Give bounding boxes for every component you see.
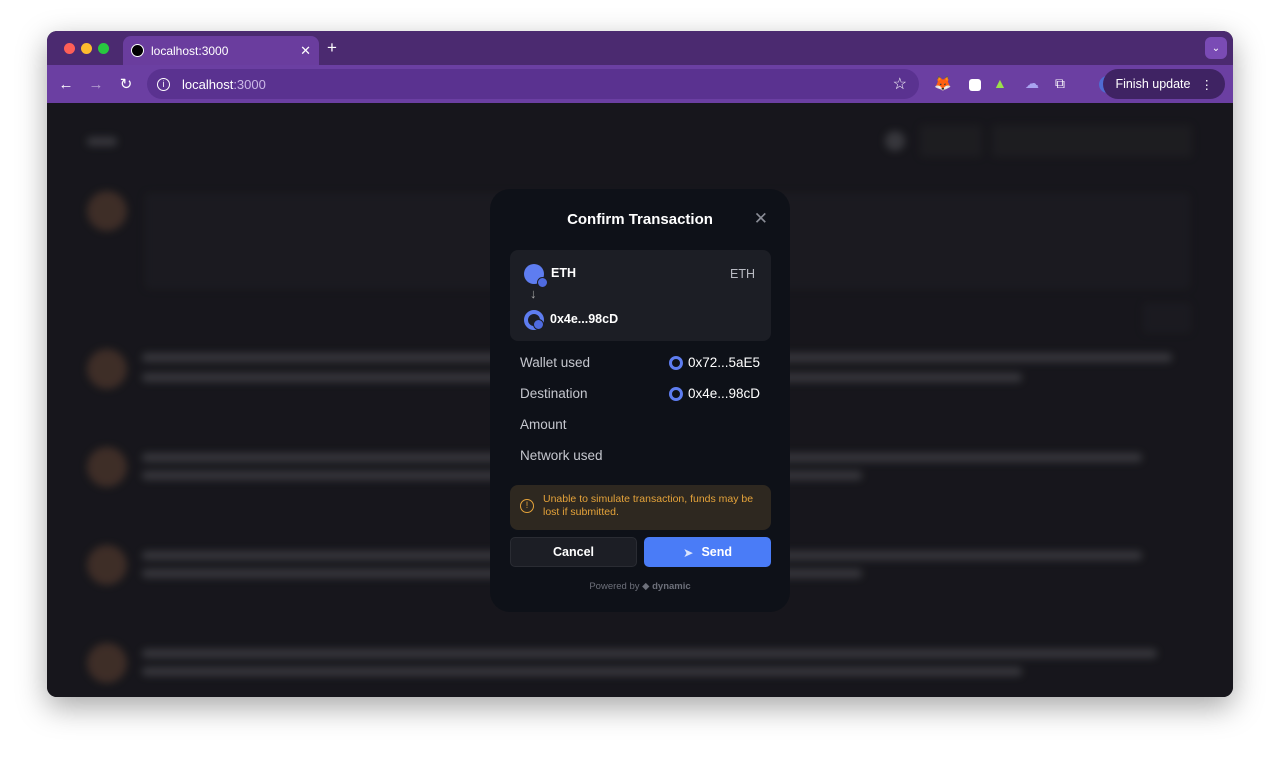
menu-kebab-icon[interactable]: ⋮ xyxy=(1201,77,1214,92)
url-host: localhost xyxy=(182,76,234,92)
close-tab-icon[interactable]: ✕ xyxy=(300,43,311,59)
tab-search-chevron-icon[interactable]: ⌄ xyxy=(1205,37,1227,59)
bookmark-star-icon[interactable]: ☆ xyxy=(893,74,907,94)
chart-extension-icon[interactable]: ▲ xyxy=(993,75,1007,91)
confirm-transaction-modal: Confirm Transaction ✕ ETH ETH ↓ 0x4e...9… xyxy=(490,189,790,612)
wallet-used-row: Wallet used 0x72...5aE5 xyxy=(520,355,760,370)
powered-by-label: Powered by xyxy=(589,581,640,592)
network-row: Network used xyxy=(520,448,760,463)
eth-token-icon xyxy=(524,264,548,288)
tab-bar: localhost:3000 ✕ + ⌄ xyxy=(47,31,1233,65)
address-bar[interactable]: i localhost:3000 ☆ xyxy=(147,69,919,99)
powered-by: Powered by ◆ dynamic xyxy=(490,581,790,592)
url-port: :3000 xyxy=(233,76,266,92)
ghost-extension-icon[interactable]: ☁ xyxy=(1025,75,1039,92)
wallet-icon xyxy=(668,386,683,401)
site-info-icon[interactable]: i xyxy=(157,77,170,91)
simulation-warning: ! Unable to simulate transaction, funds m… xyxy=(510,485,771,530)
destination-row: Destination 0x4e...98cD xyxy=(520,386,760,401)
metamask-extension-icon[interactable]: 🦊 xyxy=(934,75,951,92)
minimize-window-button[interactable] xyxy=(81,43,92,54)
row-value: 0x4e...98cD xyxy=(687,386,760,401)
arrow-down-icon: ↓ xyxy=(530,286,537,301)
warning-icon: ! xyxy=(520,499,534,513)
favicon-icon xyxy=(131,44,144,57)
wallet-icon xyxy=(524,310,544,330)
extension-icon[interactable] xyxy=(969,79,981,91)
browser-toolbar: ← → ↻ i localhost:3000 ☆ 🦊 ▲ ☁ ⧉ m Finis… xyxy=(47,65,1233,103)
back-icon[interactable]: ← xyxy=(51,76,81,93)
maximize-window-button[interactable] xyxy=(98,43,109,54)
tab-title: localhost:3000 xyxy=(151,43,229,58)
row-label: Destination xyxy=(520,386,588,401)
finish-update-label: Finish update xyxy=(1115,77,1191,91)
dynamic-logo-icon: ◆ xyxy=(642,581,650,592)
browser-tab[interactable]: localhost:3000 ✕ xyxy=(123,36,319,65)
wallet-icon xyxy=(668,355,683,370)
send-label: Send xyxy=(701,545,733,559)
row-value: 0x72...5aE5 xyxy=(687,355,760,370)
close-window-button[interactable] xyxy=(64,43,75,54)
from-token: ETH xyxy=(551,266,576,280)
token-symbol: ETH xyxy=(730,267,755,281)
cancel-label: Cancel xyxy=(553,545,594,559)
page-content: Confirm Transaction ✕ ETH ETH ↓ 0x4e...9… xyxy=(47,103,1233,697)
forward-icon[interactable]: → xyxy=(81,76,111,93)
row-label: Network used xyxy=(520,448,603,463)
extensions-puzzle-icon[interactable]: ⧉ xyxy=(1055,75,1065,92)
close-icon[interactable]: ✕ xyxy=(754,209,768,229)
send-button[interactable]: ➤ Send xyxy=(644,537,771,567)
to-address: 0x4e...98cD xyxy=(550,312,619,326)
amount-row: Amount xyxy=(520,417,760,432)
finish-update-button[interactable]: Finish update ⋮ xyxy=(1103,69,1225,99)
row-label: Amount xyxy=(520,417,567,432)
cancel-button[interactable]: Cancel xyxy=(510,537,637,567)
modal-title: Confirm Transaction xyxy=(567,211,713,228)
warning-text: Unable to simulate transaction, funds ma… xyxy=(543,493,754,518)
reload-icon[interactable]: ↻ xyxy=(111,75,141,93)
browser-window: localhost:3000 ✕ + ⌄ ← → ↻ i localhost:3… xyxy=(47,31,1233,697)
new-tab-button[interactable]: + xyxy=(327,38,337,58)
transfer-summary-card: ETH ETH ↓ 0x4e...98cD xyxy=(510,250,771,341)
row-label: Wallet used xyxy=(520,355,591,370)
send-icon: ➤ xyxy=(682,545,694,560)
brand-name: dynamic xyxy=(652,581,691,592)
